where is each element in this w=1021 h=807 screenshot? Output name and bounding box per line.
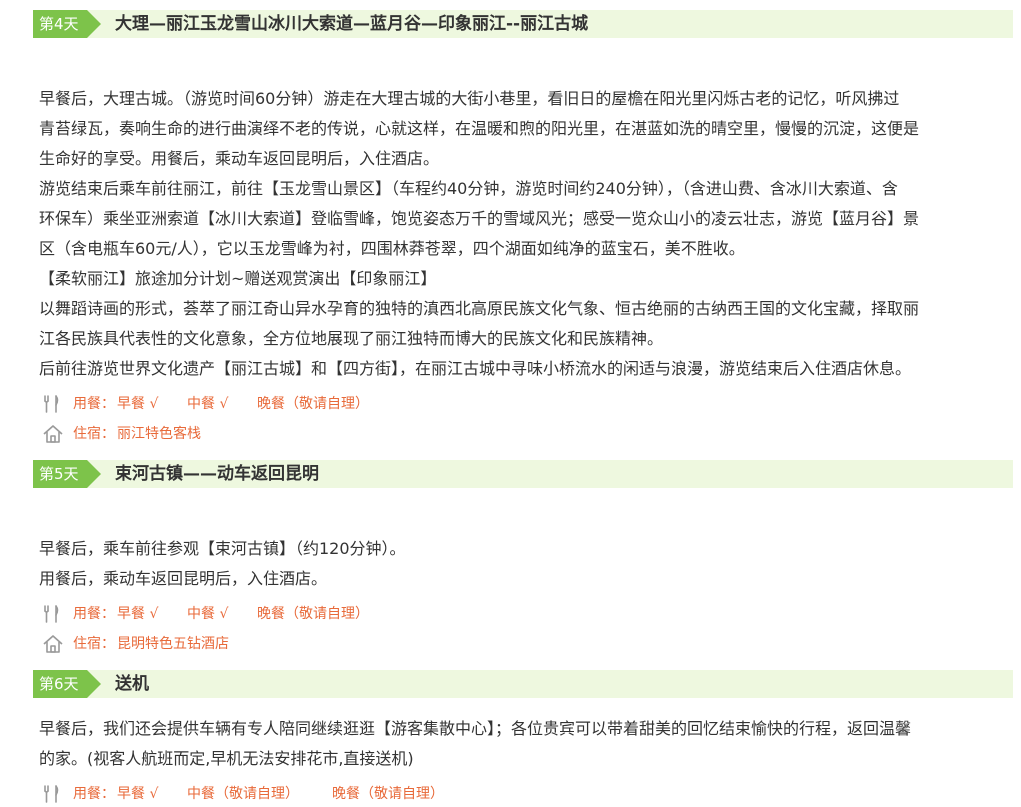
stay-value: 丽江特色客栈: [117, 426, 201, 442]
day-5-description: 早餐后，乘车前往参观【束河古镇】（约120分钟）。 用餐后，乘动车返回昆明后，入…: [39, 534, 1007, 594]
dinner-status: 晚餐（敬请自理）: [257, 606, 369, 622]
text-line: 【柔软丽江】旅途加分计划~赠送观赏演出【印象丽江】: [39, 269, 437, 288]
text-line: 以舞蹈诗画的形式，荟萃了丽江奇山异水孕育的独特的滇西北高原民族文化气象、恒古绝丽…: [39, 299, 920, 318]
text-line: 早餐后，乘车前往参观【束河古镇】（约120分钟）。: [39, 539, 406, 558]
fork-knife-icon: [44, 785, 59, 803]
day-header: 第4天 大理—丽江玉龙雪山冰川大索道—蓝月谷—印象丽江--丽江古城: [33, 10, 1013, 38]
day-tag: 第5天: [33, 460, 101, 488]
text-line: 后前往游览世界文化遗产【丽江古城】和【四方街】，在丽江古城中寻味小桥流水的闲适与…: [39, 359, 912, 378]
dinner-status: 晚餐（敬请自理）: [332, 786, 444, 802]
day-header: 第5天 束河古镇——动车返回昆明: [33, 460, 1013, 488]
text-line: 江各民族具代表性的文化意象，全方位地展现了丽江独特而博大的民族文化和民族精神。: [39, 329, 664, 348]
day-header: 第6天 送机: [33, 670, 1013, 698]
dinner-status: 晚餐（敬请自理）: [257, 396, 369, 412]
lunch-status: 中餐 √: [187, 606, 229, 622]
stay-label: 住宿：: [73, 426, 115, 442]
text-line: 游览结束后乘车前往丽江，前往【玉龙雪山景区】（车程约40分钟，游览时间约240分…: [39, 179, 898, 198]
text-line: 生命好的享受。用餐后，乘动车返回昆明后，入住酒店。: [39, 149, 440, 168]
day-title: 束河古镇——动车返回昆明: [115, 464, 319, 484]
meal-label: 用餐：: [73, 396, 115, 412]
meal-label: 用餐：: [73, 786, 115, 802]
fork-knife-icon: [44, 605, 59, 623]
text-line: 区（含电瓶车60元/人），它以玉龙雪峰为衬，四围林莽苍翠，四个湖面如纯净的蓝宝石…: [39, 239, 745, 258]
fork-knife-icon: [44, 395, 59, 413]
text-line: 早餐后，我们还会提供车辆有专人陪同继续逛逛【游客集散中心】；各位贵宾可以带着甜美…: [39, 719, 912, 738]
lunch-status: 中餐 √: [187, 396, 229, 412]
house-icon: [43, 635, 63, 653]
day-tag: 第6天: [33, 670, 101, 698]
day-4-description: 早餐后，大理古城。（游览时间60分钟）游走在大理古城的大街小巷里，看旧日的屋檐在…: [39, 84, 1007, 384]
text-line: 环保车）乘坐亚洲索道【冰川大索道】登临雪峰，饱览姿态万千的雪域风光；感受一览众山…: [39, 209, 920, 228]
lunch-status: 中餐（敬请自理）: [187, 786, 299, 802]
day-6-description: 早餐后，我们还会提供车辆有专人陪同继续逛逛【游客集散中心】；各位贵宾可以带着甜美…: [39, 714, 1007, 774]
day-title: 大理—丽江玉龙雪山冰川大索道—蓝月谷—印象丽江--丽江古城: [115, 14, 589, 34]
breakfast-status: 早餐 √: [117, 786, 159, 802]
breakfast-status: 早餐 √: [117, 396, 159, 412]
stay-label: 住宿：: [73, 636, 115, 652]
house-icon: [43, 425, 63, 443]
breakfast-status: 早餐 √: [117, 606, 159, 622]
day-title: 送机: [115, 674, 149, 694]
meal-label: 用餐：: [73, 606, 115, 622]
text-line: 早餐后，大理古城。（游览时间60分钟）游走在大理古城的大街小巷里，看旧日的屋檐在…: [39, 89, 900, 108]
text-line: 青苔绿瓦，奏响生命的进行曲演绎不老的传说，心就这样，在温暖和煦的阳光里，在湛蓝如…: [39, 119, 920, 138]
stay-value: 昆明特色五钻酒店: [117, 636, 229, 652]
day-tag: 第4天: [33, 10, 101, 38]
text-line: 的家。(视客人航班而定,早机无法安排花市,直接送机): [39, 749, 414, 768]
text-line: 用餐后，乘动车返回昆明后，入住酒店。: [39, 569, 328, 588]
